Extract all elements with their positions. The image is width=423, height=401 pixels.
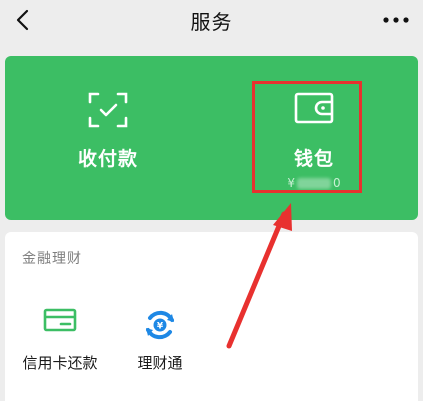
- service-card: 收付款 钱包 ¥0: [5, 56, 418, 220]
- finance-section-title: 金融理财: [22, 251, 82, 267]
- wallet-balance: ¥0: [211, 176, 417, 190]
- licaitong-icon: ¥: [146, 310, 174, 340]
- wallet-button[interactable]: 钱包 ¥0: [211, 56, 417, 220]
- finance-panel: 金融理财 信用卡还款 ¥ 理财通: [5, 232, 418, 401]
- credit-card-icon: [43, 308, 77, 332]
- more-button[interactable]: [381, 8, 411, 32]
- balance-suffix: 0: [333, 176, 341, 190]
- top-nav-bar: 服务: [0, 0, 423, 44]
- balance-currency: ¥: [287, 176, 295, 190]
- credit-card-repay-label: 信用卡还款: [22, 354, 98, 372]
- licaitong-button[interactable]: ¥ 理财通: [105, 304, 215, 384]
- page-title: 服务: [190, 10, 233, 34]
- scan-frame-icon: [88, 92, 128, 128]
- credit-card-repay-button[interactable]: 信用卡还款: [5, 304, 115, 384]
- balance-obscured: [297, 178, 331, 189]
- more-dots-icon: [383, 17, 409, 23]
- pay-receive-button[interactable]: 收付款: [5, 56, 211, 220]
- licaitong-label: 理财通: [137, 354, 183, 372]
- services-page: 服务 收付款 钱包 ¥ 0 金融理财 信用卡还款 ¥ 理财通: [0, 0, 423, 401]
- svg-text:¥: ¥: [157, 322, 164, 332]
- pay-receive-label: 收付款: [77, 148, 138, 170]
- wallet-label: 钱包: [293, 148, 334, 170]
- wallet-icon: [294, 92, 334, 124]
